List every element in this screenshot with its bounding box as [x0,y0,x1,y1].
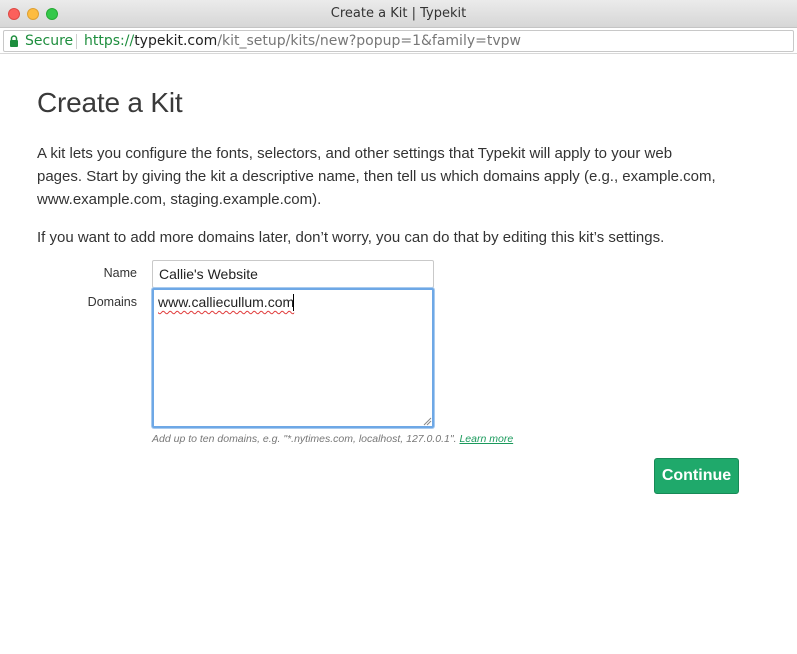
url-separator [76,34,77,49]
url-host: typekit.com [134,33,218,49]
kit-name-input[interactable] [152,260,434,288]
domains-note-paragraph: If you want to add more domains later, d… [37,229,665,246]
secure-label: Secure [25,33,74,49]
window-title: Create a Kit | Typekit [330,6,467,21]
text-caret [293,294,294,311]
lock-icon [10,35,18,47]
address-bar: Secure https://typekit.com/kit_setup/kit… [0,28,797,54]
learn-more-link[interactable]: Learn more [459,433,513,445]
hint-text: Add up to ten domains, e.g. "*.nytimes.c… [152,433,460,445]
window-titlebar: Create a Kit | Typekit [0,0,797,28]
intro-paragraph: A kit lets you configure the fonts, sele… [37,145,716,208]
page-title: Create a Kit [37,87,183,118]
resize-grip-icon[interactable] [423,417,432,426]
url-field[interactable]: Secure https://typekit.com/kit_setup/kit… [3,30,794,52]
continue-button[interactable]: Continue [654,458,739,494]
name-label: Name [103,266,137,280]
url-text[interactable]: https://typekit.com/kit_setup/kits/new?p… [84,33,521,49]
url-path: /kit_setup/kits/new?popup=1&family=tvpw [217,33,521,49]
domains-hint: Add up to ten domains, e.g. "*.nytimes.c… [152,433,513,445]
url-scheme: https:// [84,33,135,49]
domains-value: www.calliecullum.com [158,294,295,310]
domains-label: Domains [87,295,137,309]
